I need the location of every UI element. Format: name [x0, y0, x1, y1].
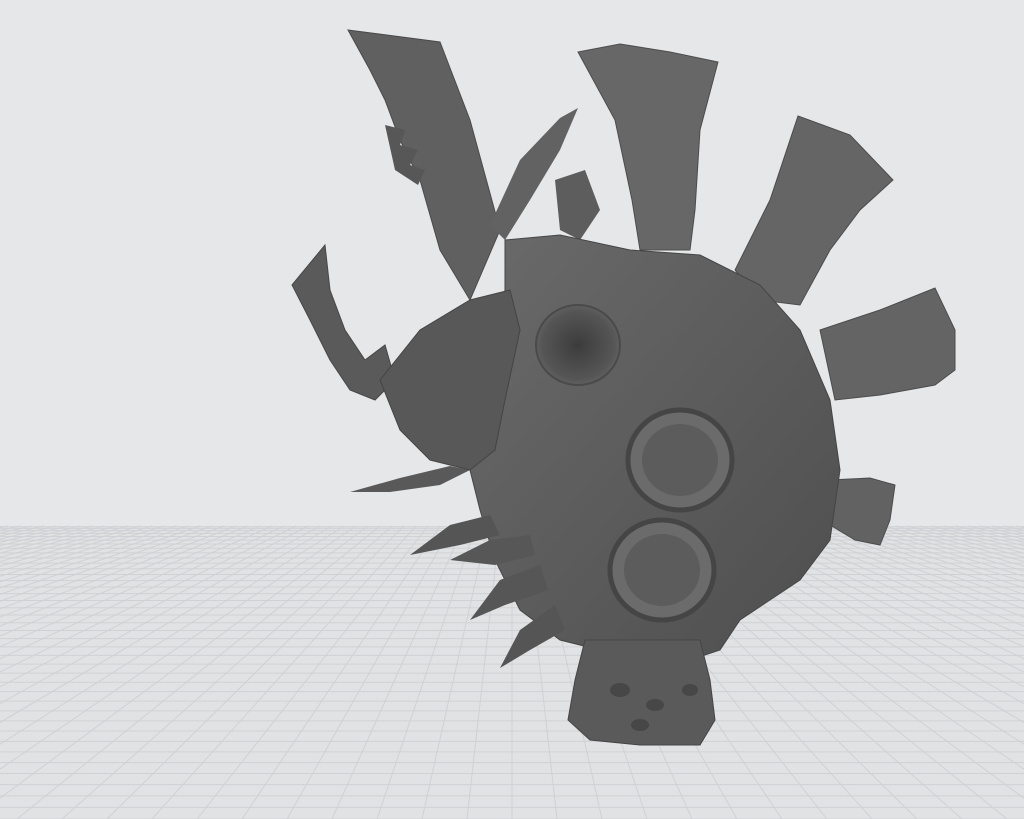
- neck-texture-1: [610, 683, 630, 697]
- neck-texture-2: [646, 699, 664, 711]
- eye-socket: [535, 304, 621, 386]
- neck-texture-4: [631, 719, 649, 731]
- left-horn: [291, 243, 396, 401]
- fin-upper-right: [734, 115, 894, 306]
- left-blade-fin: [347, 29, 501, 302]
- round-port-lower-inner: [624, 534, 700, 606]
- lower-tusk: [350, 466, 470, 492]
- 3d-viewport[interactable]: [0, 0, 1024, 819]
- top-spike-2: [555, 170, 600, 240]
- round-port-upper-inner: [642, 424, 718, 496]
- fin-top: [577, 43, 719, 251]
- sculpted-creature-head-model[interactable]: [0, 0, 1024, 819]
- neck-texture-3: [682, 684, 698, 696]
- fin-right: [819, 287, 956, 401]
- fin-lower-right: [829, 477, 896, 546]
